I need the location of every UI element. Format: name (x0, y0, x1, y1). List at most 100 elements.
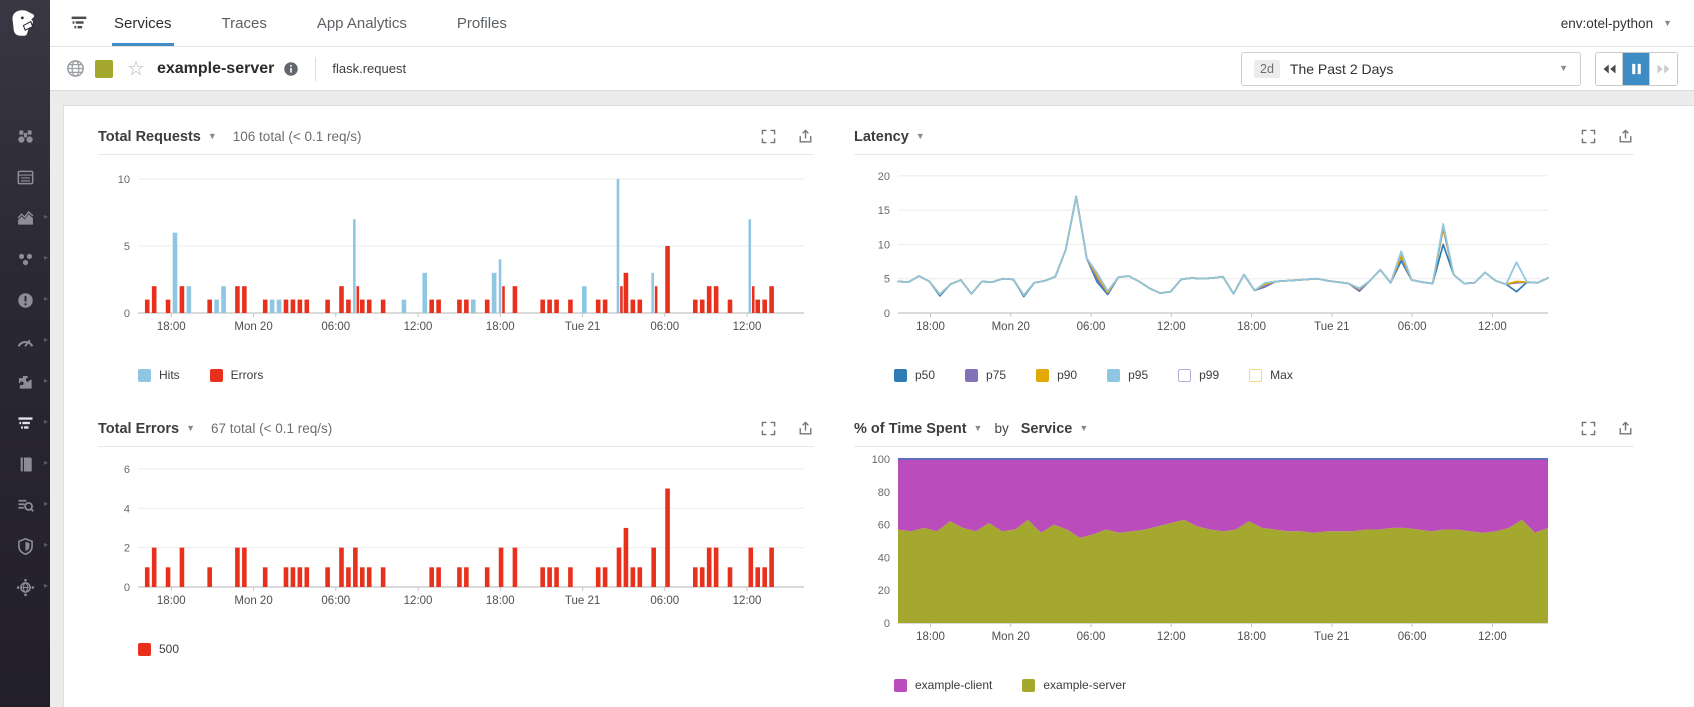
chevron-right-icon: ▸ (44, 418, 48, 426)
legend-item[interactable]: example-client (894, 678, 992, 692)
svg-text:Mon 20: Mon 20 (234, 321, 272, 333)
time-spent-chart[interactable]: 02040608010018:00Mon 2006:0012:0018:00Tu… (854, 447, 1554, 665)
group-by-dropdown[interactable]: Service ▼ (1021, 421, 1089, 437)
expand-icon[interactable] (1580, 128, 1597, 145)
total-requests-chart[interactable]: 051018:00Mon 2006:0012:0018:00Tue 2106:0… (98, 155, 810, 355)
globe-network-icon (15, 577, 36, 598)
service-name: example-server (157, 60, 274, 78)
legend-item[interactable]: 500 (138, 642, 179, 656)
expand-icon[interactable] (760, 420, 777, 437)
export-icon[interactable] (797, 420, 814, 437)
time-range-badge: 2d (1254, 60, 1280, 78)
svg-text:12:00: 12:00 (404, 595, 433, 607)
sidebar-item-synthetics[interactable]: ▸ (6, 575, 44, 599)
forward-button[interactable] (1650, 53, 1677, 85)
sidebar-item-notebooks[interactable]: ▸ (6, 452, 44, 476)
export-icon[interactable] (797, 128, 814, 145)
sidebar-item-logs[interactable]: ▸ (6, 493, 44, 517)
total-errors-chart[interactable]: 024618:00Mon 2006:0012:0018:00Tue 2106:0… (98, 447, 810, 629)
service-identity: ☆ example-server flask.request (66, 57, 406, 81)
tab-traces[interactable]: Traces (222, 0, 267, 46)
events-list-icon (15, 167, 36, 188)
legend-item[interactable]: p75 (965, 368, 1006, 382)
gauge-icon (15, 331, 36, 352)
expand-icon[interactable] (1580, 420, 1597, 437)
rewind-button[interactable] (1596, 53, 1623, 85)
export-icon[interactable] (1617, 420, 1634, 437)
svg-text:Tue 21: Tue 21 (565, 321, 600, 333)
legend-item[interactable]: p90 (1036, 368, 1077, 382)
chevron-down-icon: ▼ (1079, 424, 1088, 433)
sidebar-item-dashboards[interactable]: ▸ (6, 206, 44, 230)
total-requests-title-dropdown[interactable]: Total Requests ▼ (98, 129, 217, 145)
sidebar-item-integrations[interactable]: ▸ (6, 370, 44, 394)
legend-item[interactable]: Errors (210, 368, 264, 382)
sidebar-item-monitors[interactable]: ▸ (6, 288, 44, 312)
svg-text:06:00: 06:00 (1077, 321, 1106, 333)
svg-text:06:00: 06:00 (1398, 631, 1427, 643)
sidebar-item-infrastructure[interactable]: ▸ (6, 247, 44, 271)
sidebar-item-security[interactable]: ▸ (6, 534, 44, 558)
legend-swatch (1249, 369, 1262, 382)
service-header-bar: ☆ example-server flask.request 2d The Pa… (50, 47, 1694, 91)
legend-item[interactable]: example-server (1022, 678, 1126, 692)
legend-item[interactable]: Hits (138, 368, 180, 382)
svg-text:06:00: 06:00 (321, 321, 350, 333)
chevron-right-icon: ▸ (44, 213, 48, 221)
svg-text:0: 0 (884, 308, 890, 320)
time-spent-title-dropdown[interactable]: % of Time Spent ▼ (854, 421, 982, 437)
svg-text:06:00: 06:00 (321, 595, 350, 607)
svg-text:40: 40 (878, 552, 890, 564)
env-filter-dropdown[interactable]: env:otel-python ▼ (1561, 0, 1672, 46)
time-playback-controls (1595, 52, 1678, 86)
svg-text:18:00: 18:00 (157, 321, 186, 333)
sidebar-item-metrics[interactable]: ▸ (6, 329, 44, 353)
panel-total-errors: Total Errors ▼ 67 total (< 0.1 req/s) 02… (98, 420, 854, 707)
legend-swatch (1107, 369, 1120, 382)
pause-button[interactable] (1623, 53, 1650, 85)
time-range-selector[interactable]: 2d The Past 2 Days ▼ (1241, 52, 1581, 86)
alert-icon (15, 290, 36, 311)
total-errors-title-dropdown[interactable]: Total Errors ▼ (98, 421, 195, 437)
chevron-right-icon: ▸ (44, 541, 48, 549)
apm-nav-icon[interactable] (68, 12, 90, 34)
latency-title-dropdown[interactable]: Latency ▼ (854, 129, 925, 145)
sidebar: ▸ ▸ ▸ ▸ ▸ ▸ ▸ (0, 0, 50, 707)
legend-swatch (894, 679, 907, 692)
hexagons-icon (15, 249, 36, 270)
log-search-icon (15, 495, 36, 516)
main-area: Services Traces App Analytics Profiles e… (50, 0, 1694, 707)
latency-chart[interactable]: 0510152018:00Mon 2006:0012:0018:00Tue 21… (854, 155, 1554, 355)
tab-profiles[interactable]: Profiles (457, 0, 507, 46)
chevron-right-icon: ▸ (44, 500, 48, 508)
legend-label: Max (1270, 368, 1293, 382)
svg-text:80: 80 (878, 487, 890, 499)
chevron-right-icon: ▸ (44, 377, 48, 385)
datadog-logo[interactable] (0, 0, 50, 48)
sidebar-item-events[interactable] (6, 165, 44, 189)
sidebar-item-apm[interactable]: ▸ (6, 411, 44, 435)
svg-text:100: 100 (872, 454, 890, 466)
legend-item[interactable]: Max (1249, 368, 1293, 382)
legend-item[interactable]: p95 (1107, 368, 1148, 382)
legend-label: Hits (159, 368, 180, 382)
svg-text:Tue 21: Tue 21 (565, 595, 600, 607)
legend-label: p75 (986, 368, 1006, 382)
expand-icon[interactable] (760, 128, 777, 145)
info-icon[interactable] (283, 61, 299, 77)
rewind-icon (1602, 63, 1617, 75)
time-range-label: The Past 2 Days (1290, 61, 1559, 77)
legend-item[interactable]: p50 (894, 368, 935, 382)
favorite-star-icon[interactable]: ☆ (127, 59, 145, 79)
export-icon[interactable] (1617, 128, 1634, 145)
panel-summary: 67 total (< 0.1 req/s) (211, 421, 332, 436)
svg-text:6: 6 (124, 464, 130, 476)
tab-app-analytics[interactable]: App Analytics (317, 0, 407, 46)
svg-text:12:00: 12:00 (733, 595, 762, 607)
sidebar-item-watchdog[interactable] (6, 124, 44, 148)
svg-text:Tue 21: Tue 21 (1314, 631, 1349, 643)
tab-services[interactable]: Services (114, 0, 172, 46)
divider (315, 57, 316, 81)
shield-icon (15, 536, 36, 557)
legend-item[interactable]: p99 (1178, 368, 1219, 382)
